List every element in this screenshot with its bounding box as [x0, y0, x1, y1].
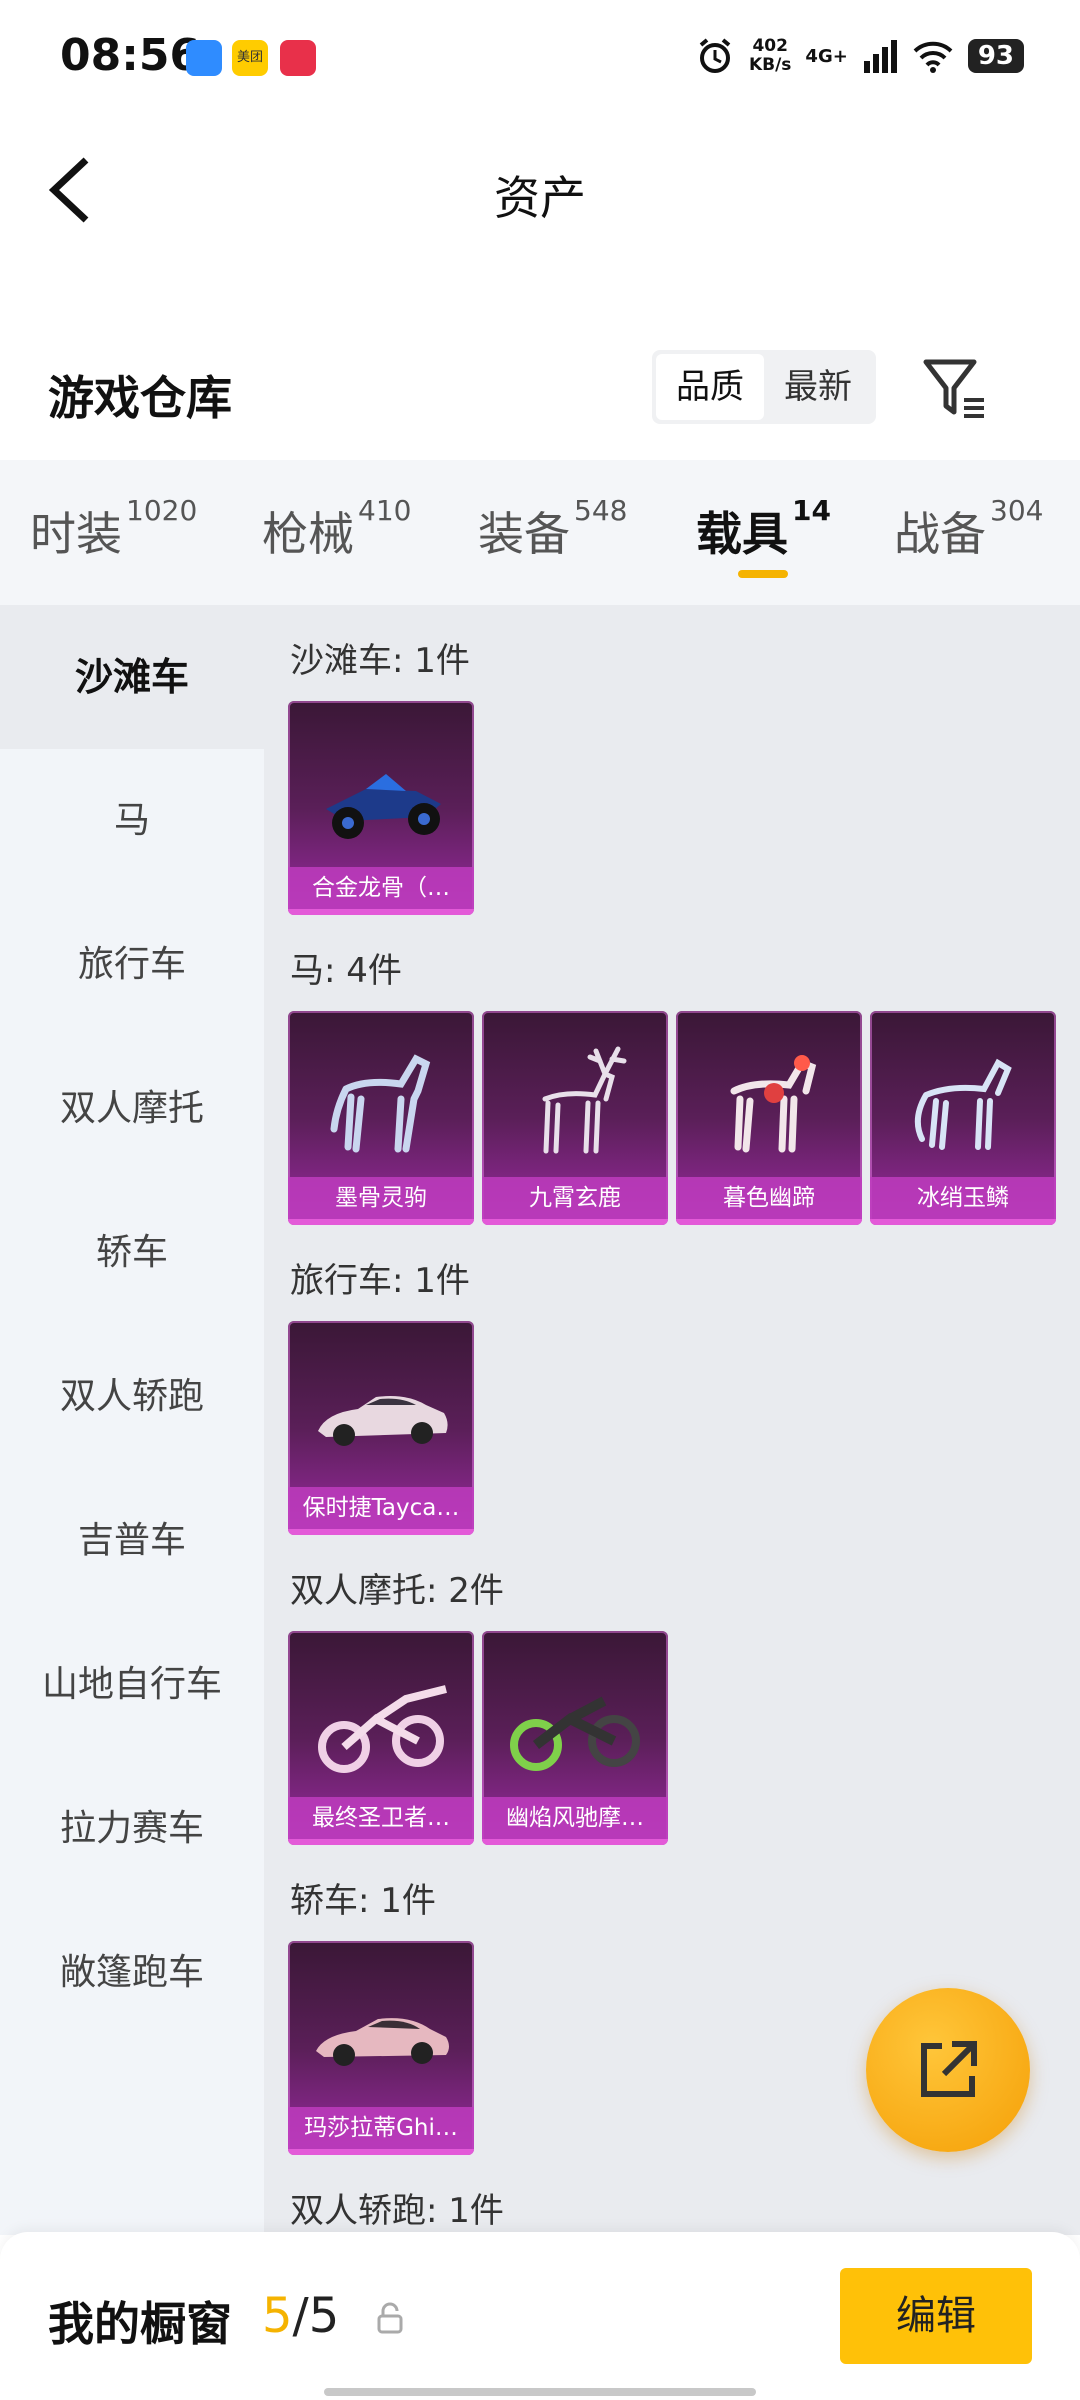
item-card[interactable]: 九霄玄鹿 [482, 1011, 668, 1225]
sort-newest-button[interactable]: 最新 [764, 354, 872, 420]
vehicle-type-sidebar: 沙滩车 马 旅行车 双人摩托 轿车 双人轿跑 吉普车 山地自行车 拉力赛车 敞篷… [0, 605, 264, 2235]
nav-bar: 资产 [0, 120, 1080, 260]
car-icon [318, 1396, 448, 1446]
network-type: 4G+ [805, 45, 848, 67]
section-title: 旅行车: 1件 [290, 1261, 470, 1301]
sidebar-item-horse[interactable]: 马 [0, 749, 264, 893]
tab-vehicles[interactable]: 载具 14 [696, 494, 831, 564]
signal-icon [863, 40, 897, 73]
sidebar-item-coupe[interactable]: 双人轿跑 [0, 1325, 264, 1469]
car-icon [316, 2018, 449, 2066]
item-label: 最终圣卫者… [288, 1797, 474, 1839]
page-title: 资产 [494, 171, 586, 225]
sort-quality-button[interactable]: 品质 [656, 354, 764, 420]
item-card[interactable]: 暮色幽蹄 [676, 1011, 862, 1225]
item-label: 幽焰风驰摩… [482, 1797, 668, 1839]
sidebar-item-rally-car[interactable]: 拉力赛车 [0, 1757, 264, 1901]
deer-icon [542, 1046, 627, 1154]
item-card[interactable]: 幽焰风驰摩… [482, 1631, 668, 1845]
sidebar-item-travel-car[interactable]: 旅行车 [0, 893, 264, 1037]
item-label: 玛莎拉蒂Ghi… [288, 2107, 474, 2149]
motorcycle-icon [318, 1685, 447, 1773]
item-label: 九霄玄鹿 [482, 1177, 668, 1219]
item-card[interactable]: 最终圣卫者… [288, 1631, 474, 1845]
active-tab-indicator [738, 570, 788, 578]
sidebar-item-mountain-bike[interactable]: 山地自行车 [0, 1613, 264, 1757]
section-title: 轿车: 1件 [290, 1881, 436, 1921]
item-card[interactable]: 玛莎拉蒂Ghi… [288, 1941, 474, 2155]
item-card[interactable]: 墨骨灵驹 [288, 1011, 474, 1225]
battery-indicator: 93 [967, 39, 1024, 73]
filter-button[interactable] [920, 354, 990, 424]
status-bar: 08:56 美团 402 KB/s 4G+ 93 [0, 0, 1080, 120]
home-indicator[interactable] [324, 2388, 756, 2396]
item-label: 墨骨灵驹 [288, 1177, 474, 1219]
meituan-icon: 美团 [232, 40, 268, 76]
sidebar-item-double-motorcycle[interactable]: 双人摩托 [0, 1037, 264, 1181]
tab-equipment[interactable]: 装备 548 [478, 494, 627, 564]
tab-guns[interactable]: 枪械 410 [262, 494, 411, 564]
showcase-label: 我的橱窗 [48, 2297, 232, 2351]
alarm-icon [699, 38, 731, 73]
status-time: 08:56 [60, 30, 201, 81]
item-label: 保时捷Tayca… [288, 1487, 474, 1529]
edit-button[interactable]: 编辑 [840, 2268, 1032, 2364]
app-icon-red [280, 40, 316, 76]
sidebar-item-sedan[interactable]: 轿车 [0, 1181, 264, 1325]
wifi-icon [913, 41, 953, 73]
item-label: 合金龙骨（… [288, 867, 474, 909]
item-card[interactable]: 合金龙骨（… [288, 701, 474, 915]
buggy-icon [326, 774, 441, 839]
share-fab-button[interactable] [866, 1988, 1030, 2152]
item-card[interactable]: 冰绡玉鳞 [870, 1011, 1056, 1225]
category-tabs: 时装 1020 枪械 410 装备 548 载具 14 战备 304 [0, 460, 1080, 605]
network-speed: 402 KB/s [748, 36, 792, 75]
sidebar-item-convertible[interactable]: 敞篷跑车 [0, 1901, 264, 2045]
item-card[interactable]: 保时捷Tayca… [288, 1321, 474, 1535]
section-title: 沙滩车: 1件 [290, 641, 470, 681]
share-icon [921, 2041, 977, 2097]
qilin-icon [914, 1058, 1012, 1150]
section-title: 马: 4件 [290, 951, 402, 991]
warehouse-title: 游戏仓库 [48, 371, 232, 425]
section-title: 双人轿跑: 1件 [290, 2191, 504, 2231]
motorcycle-icon [510, 1696, 640, 1771]
sort-toggle: 品质 最新 [652, 350, 876, 424]
horse-icon [330, 1054, 431, 1153]
warehouse-header: 游戏仓库 品质 最新 [0, 330, 1080, 450]
item-label: 冰绡玉鳞 [870, 1177, 1056, 1219]
sidebar-item-beach-buggy[interactable]: 沙滩车 [0, 605, 264, 749]
sidebar-item-jeep[interactable]: 吉普车 [0, 1469, 264, 1613]
section-title: 双人摩托: 2件 [290, 1571, 504, 1611]
app-icon-blue [186, 40, 222, 76]
lock-icon [377, 2302, 403, 2334]
filter-icon [923, 359, 984, 418]
item-label: 暮色幽蹄 [676, 1177, 862, 1219]
tab-fashion[interactable]: 时装 1020 [30, 494, 197, 564]
tab-supplies[interactable]: 战备 304 [894, 494, 1043, 564]
showcase-bar: 我的橱窗 5/5 编辑 [0, 2232, 1080, 2400]
showcase-count: 5/5 [262, 2288, 340, 2344]
horse-icon [730, 1055, 817, 1153]
